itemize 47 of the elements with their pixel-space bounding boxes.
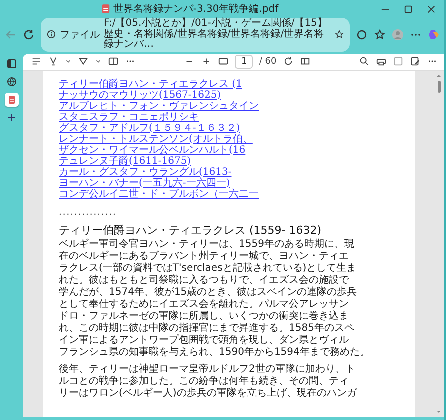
save-as-icon[interactable]	[410, 56, 422, 67]
url-text: F:/【05.小説とか】/01-小説・ゲーム関係/【15】歴史・名将関係/世界名将録/世界名将録/世界名将録ナンバ…	[104, 19, 328, 50]
caret-icon[interactable]	[65, 58, 72, 65]
toc-link[interactable]: コンデ公ルイ二世・ド・ブルボン（一六二一	[59, 188, 259, 200]
toc-link[interactable]: ヨーハン・バナー(一五九六-一六四一)	[59, 178, 230, 188]
info-icon	[47, 30, 56, 40]
body-paragraph: ベルギー軍司令官ヨハン・ティリーは、1559年のある時期に、現 在のベルギーにあるブラバント州ティリー城で、ヨハン・ティエ ラクレス(一部の資料ではT'serclaesと記載されている)として生ま れた。彼はもともと司祭職に入るつもりで、イエズス会の施設で 学んだが、1574年、彼が15歳のとき、彼はスペインの連隊の歩兵 として奉仕するためにイエズス会を離れた。パルマ公アレッサン ドロ・ファルネーゼの軍隊に所属し、いくつかの衝突に巻き込ま れ、この時期に彼は中隊の指揮官にまで昇進する。1585年のスペ イン軍によるアントワープ包囲戦で頭角を現し、ダン県とヴィル フランシュ県の知事職を与えられ、1590年から1594年まで務めた。	[59, 238, 371, 358]
dotted-separator: ...............	[59, 208, 117, 218]
scroll-down-icon[interactable]	[436, 409, 442, 415]
body-paragraph: 後年、ティリーは神聖ローマ皇帝ルドルフ2世の軍隊に加わり、ト ルコとの戦争に参加した。この紛争は何年も続き、その間、ティ リーはワロン(ベルギー人)の歩兵の軍隊を立ち上げ、現在のハンガ	[59, 364, 358, 400]
toc-link[interactable]: テュレンヌ子爵(1611-1675)	[59, 156, 192, 166]
plus-icon	[6, 112, 16, 122]
maximize-icon[interactable]	[404, 4, 413, 14]
toc-link[interactable]: ザクセン・ワイマール公ベルンハルト(16	[59, 144, 246, 156]
page-view-icon[interactable]	[300, 56, 311, 67]
refresh-icon[interactable]	[23, 28, 35, 41]
toc-link[interactable]: アルブレヒト・フォン・ヴァレンシュタイン	[59, 100, 259, 112]
contents-icon[interactable]	[31, 56, 42, 67]
window-title: 世界名将録ナンバ-3.30年戦争編.pdf	[113, 2, 279, 16]
toc-link[interactable]: ナッサウのマウリッツ(1567-1625)	[59, 90, 222, 100]
toc-link[interactable]: ティリー伯爵ヨハン・ティエラクレス (1	[59, 78, 242, 90]
scrollbar-thumb[interactable]	[438, 80, 440, 92]
caret-icon[interactable]	[95, 58, 102, 65]
toc-link[interactable]: グスタフ・アドルフ(１５９４-１６３２)	[59, 122, 240, 134]
address-bar[interactable]: ファイル F:/【05.小説とか】/01-小説・ゲーム関係/【15】歴史・名将関係/世界名将録/世界名将録/世界名将録ナンバ…	[41, 18, 350, 52]
toc-link[interactable]: スタニスラフ・コニェポリシキ	[59, 112, 199, 122]
file-label: ファイル	[60, 28, 100, 42]
toc-link[interactable]: カール・グスタフ・ウラングル(1613-	[59, 166, 232, 178]
close-icon[interactable]	[427, 4, 436, 14]
pdf-file-icon	[102, 4, 110, 14]
favorites-icon[interactable]	[374, 28, 386, 41]
toc-link[interactable]: レンナート・トルステンソン(オルトラ伯、	[59, 134, 253, 144]
rotate-icon[interactable]	[282, 56, 294, 67]
sidebar-item[interactable]	[4, 56, 18, 70]
scroll-up-icon[interactable]	[436, 72, 442, 78]
page-count: / 60	[259, 56, 277, 66]
sidebar-panel-icon	[6, 58, 16, 68]
page-number-field[interactable]: 1	[235, 54, 254, 68]
sidebar-item[interactable]	[4, 92, 18, 106]
zoom-in-icon[interactable]	[201, 56, 212, 67]
pdf-file-icon	[6, 94, 16, 104]
star-icon[interactable]	[335, 30, 344, 40]
print-icon[interactable]	[376, 56, 388, 67]
sidebar-item[interactable]	[4, 74, 18, 88]
search-icon[interactable]	[359, 56, 370, 67]
section-heading: ティリー伯爵ヨハン・ティエラクレス (1559- 1632)	[59, 224, 323, 238]
globe-icon	[6, 76, 16, 86]
